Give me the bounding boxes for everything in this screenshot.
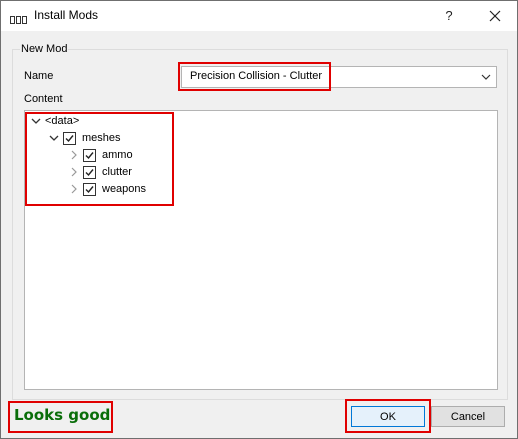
- highlight-ok-box: [345, 399, 431, 433]
- cancel-button[interactable]: Cancel: [431, 406, 505, 427]
- highlight-name-box: [178, 62, 331, 91]
- content-label: Content: [24, 93, 63, 105]
- groupbox-title: New Mod: [20, 43, 69, 55]
- app-icon: [10, 11, 28, 24]
- help-button[interactable]: ?: [434, 1, 464, 31]
- name-label: Name: [24, 70, 54, 82]
- close-button[interactable]: [480, 1, 510, 31]
- highlight-tree-box: [25, 112, 174, 206]
- chevron-down-icon: [481, 74, 491, 80]
- window-title: Install Mods: [34, 8, 99, 22]
- title-bar: Install Mods ?: [1, 1, 517, 31]
- highlight-status-box: [8, 401, 113, 433]
- close-icon: [489, 10, 501, 22]
- install-mods-dialog: Install Mods ? New Mod Name Precision Co…: [0, 0, 518, 439]
